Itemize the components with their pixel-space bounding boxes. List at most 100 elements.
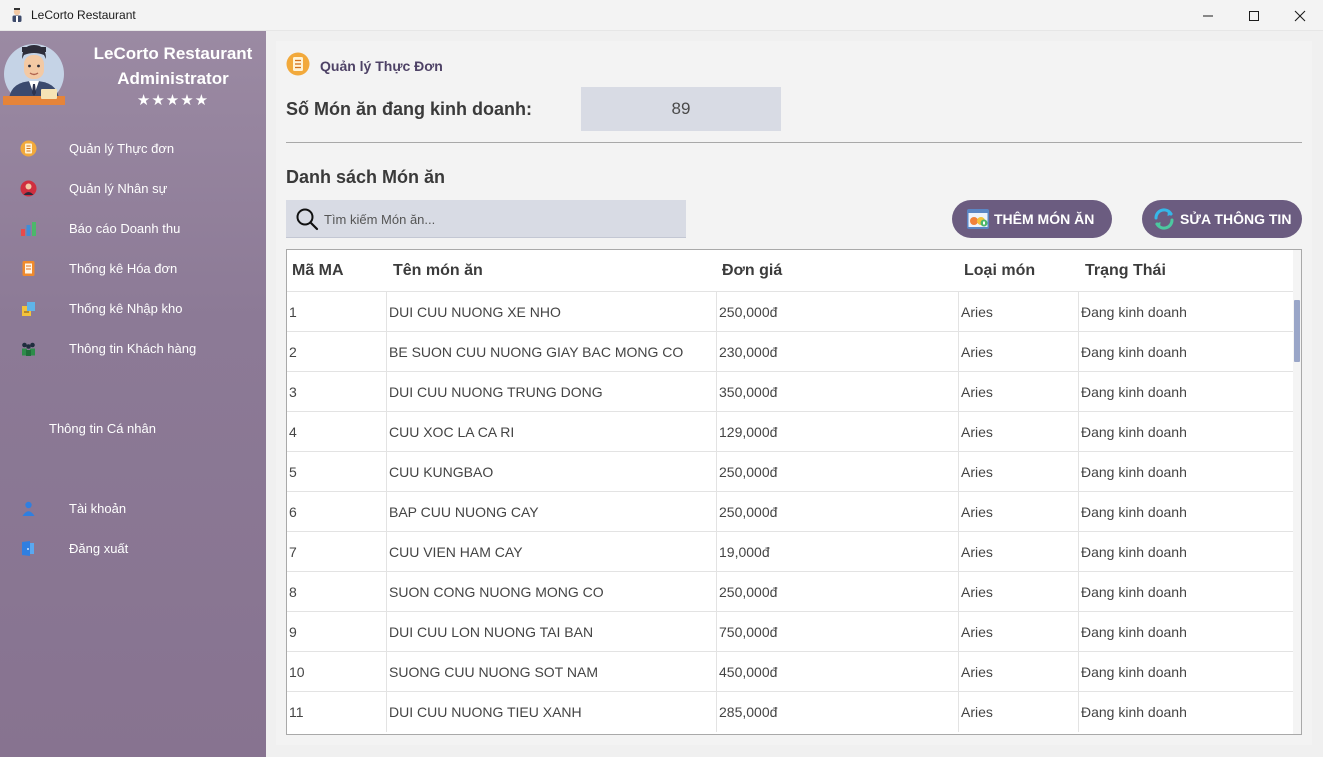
- table-row[interactable]: 8 SUON CONG NUONG MONG CO 250,000đ Aries…: [287, 571, 1295, 612]
- table-row[interactable]: 2 BE SUON CUU NUONG GIAY BAC MONG CO 230…: [287, 331, 1295, 372]
- table-row[interactable]: 5 CUU KUNGBAO 250,000đ Aries Đang kinh d…: [287, 451, 1295, 492]
- menu-icon: [286, 52, 310, 76]
- sidebar-item-account[interactable]: Tài khoản: [0, 493, 266, 523]
- sidebar-item-warehouse[interactable]: Thống kê Nhập kho: [0, 293, 266, 323]
- cell-name: CUU XOC LA CA RI: [386, 412, 716, 452]
- cell-name: BAP CUU NUONG CAY: [386, 492, 716, 532]
- rating-stars: ★★★★★: [136, 92, 210, 109]
- cell-price: 230,000đ: [716, 332, 958, 372]
- add-dish-label: THÊM MÓN ĂN: [994, 211, 1095, 227]
- sidebar-item-revenue[interactable]: Báo cáo Doanh thu: [0, 213, 266, 243]
- dish-table: Mã MA Tên món ăn Đơn giá Loại món Trạng …: [286, 249, 1302, 735]
- cell-price: 129,000đ: [716, 412, 958, 452]
- cell-category: Aries: [958, 412, 1078, 452]
- refresh-icon: [1154, 208, 1174, 230]
- close-icon: [1294, 10, 1306, 21]
- table-row[interactable]: 1 DUI CUU NUONG XE NHO 250,000đ Aries Đa…: [287, 291, 1295, 332]
- logout-icon: [22, 541, 34, 556]
- cell-id: 10: [289, 664, 305, 680]
- maximize-button[interactable]: [1231, 0, 1277, 31]
- table-row[interactable]: 7 CUU VIEN HAM CAY 19,000đ Aries Đang ki…: [287, 531, 1295, 572]
- warehouse-icon: [22, 302, 35, 316]
- table-scrollbar[interactable]: [1293, 250, 1301, 734]
- cell-id: 8: [289, 584, 297, 600]
- main-content: Quản lý Thực Đơn Số Món ăn đang kinh doa…: [266, 31, 1323, 757]
- cell-category: Aries: [958, 692, 1078, 732]
- cell-category: Aries: [958, 532, 1078, 572]
- cell-price: 450,000đ: [716, 652, 958, 692]
- close-button[interactable]: [1277, 0, 1323, 31]
- cell-status: Đang kinh doanh: [1078, 652, 1295, 692]
- edit-info-button[interactable]: SỬA THÔNG TIN: [1142, 200, 1302, 238]
- table-header: Mã MA Tên món ăn Đơn giá Loại món Trạng …: [287, 250, 1295, 291]
- cell-price: 250,000đ: [716, 572, 958, 612]
- edit-info-label: SỬA THÔNG TIN: [1180, 211, 1292, 227]
- customers-icon: [22, 342, 35, 356]
- table-row[interactable]: 11 DUI CUU NUONG TIEU XANH 285,000đ Arie…: [287, 691, 1295, 732]
- brand-title: LeCorto Restaurant Administrator: [80, 41, 266, 91]
- cell-status: Đang kinh doanh: [1078, 412, 1295, 452]
- cell-status: Đang kinh doanh: [1078, 372, 1295, 412]
- sidebar-item-logout[interactable]: Đăng xuất: [0, 533, 266, 563]
- table-row[interactable]: 6 BAP CUU NUONG CAY 250,000đ Aries Đang …: [287, 491, 1295, 532]
- cell-status: Đang kinh doanh: [1078, 532, 1295, 572]
- column-header-name[interactable]: Tên món ăn: [393, 262, 483, 280]
- dish-count-label: Số Món ăn đang kinh doanh:: [286, 99, 532, 119]
- scrollbar-thumb[interactable]: [1294, 300, 1300, 362]
- cell-id: 4: [289, 424, 297, 440]
- cell-price: 250,000đ: [716, 492, 958, 532]
- dish-list-title: Danh sách Món ăn: [286, 167, 446, 187]
- cell-id: 7: [289, 544, 297, 560]
- sidebar-item-label: Thông tin Khách hàng: [69, 341, 197, 356]
- account-icon: [22, 501, 35, 516]
- staff-icon: [20, 180, 37, 197]
- sidebar-item-label: Quản lý Nhân sự: [69, 181, 168, 196]
- cell-category: Aries: [958, 652, 1078, 692]
- column-header-id[interactable]: Mã MA: [292, 262, 344, 280]
- cell-price: 350,000đ: [716, 372, 958, 412]
- cell-name: BE SUON CUU NUONG GIAY BAC MONG CO: [386, 332, 716, 372]
- sidebar-item-label: Đăng xuất: [69, 541, 129, 556]
- cell-price: 285,000đ: [716, 692, 958, 732]
- sidebar-item-customers[interactable]: Thông tin Khách hàng: [0, 333, 266, 363]
- table-row[interactable]: 9 DUI CUU LON NUONG TAI BAN 750,000đ Ari…: [287, 611, 1295, 652]
- menu-icon: [20, 140, 37, 157]
- cell-name: CUU VIEN HAM CAY: [386, 532, 716, 572]
- column-header-price[interactable]: Đơn giá: [722, 262, 782, 280]
- cell-category: Aries: [958, 452, 1078, 492]
- invoice-icon: [22, 261, 35, 276]
- cell-status: Đang kinh doanh: [1078, 332, 1295, 372]
- title-bar: LeCorto Restaurant: [0, 0, 1323, 31]
- sidebar-item-staff[interactable]: Quản lý Nhân sự: [0, 173, 266, 203]
- cell-name: DUI CUU LON NUONG TAI BAN: [386, 612, 716, 652]
- minimize-button[interactable]: [1185, 0, 1231, 31]
- cell-id: 1: [289, 304, 297, 320]
- cell-category: Aries: [958, 612, 1078, 652]
- cell-category: Aries: [958, 572, 1078, 612]
- sidebar-item-invoices[interactable]: Thống kê Hóa đơn: [0, 253, 266, 283]
- cell-category: Aries: [958, 292, 1078, 332]
- brand-line-1: LeCorto Restaurant: [93, 44, 253, 63]
- cell-status: Đang kinh doanh: [1078, 452, 1295, 492]
- cell-id: 11: [289, 704, 304, 720]
- window-title: LeCorto Restaurant: [31, 8, 136, 22]
- sidebar-item-label: Thống kê Hóa đơn: [69, 261, 178, 276]
- search-input[interactable]: [324, 209, 674, 229]
- cell-price: 250,000đ: [716, 292, 958, 332]
- column-header-category[interactable]: Loại món: [964, 262, 1035, 280]
- cell-id: 3: [289, 384, 297, 400]
- revenue-icon: [21, 222, 36, 236]
- cell-name: SUONG CUU NUONG SOT NAM: [386, 652, 716, 692]
- column-header-status[interactable]: Trạng Thái: [1085, 262, 1166, 280]
- cell-id: 5: [289, 464, 297, 480]
- sidebar-item-label: Thông tin Cá nhân: [49, 421, 156, 436]
- search-box: [286, 200, 686, 238]
- table-row[interactable]: 10 SUONG CUU NUONG SOT NAM 450,000đ Arie…: [287, 651, 1295, 692]
- sidebar-item-menu[interactable]: Quản lý Thực đơn: [0, 133, 266, 163]
- table-row[interactable]: 3 DUI CUU NUONG TRUNG DONG 350,000đ Arie…: [287, 371, 1295, 412]
- cell-id: 2: [289, 344, 297, 360]
- add-dish-button[interactable]: THÊM MÓN ĂN: [952, 200, 1112, 238]
- table-row[interactable]: 4 CUU XOC LA CA RI 129,000đ Aries Đang k…: [287, 411, 1295, 452]
- sidebar-item-personal-info[interactable]: Thông tin Cá nhân: [0, 413, 266, 443]
- dish-count-value: 89: [581, 87, 781, 131]
